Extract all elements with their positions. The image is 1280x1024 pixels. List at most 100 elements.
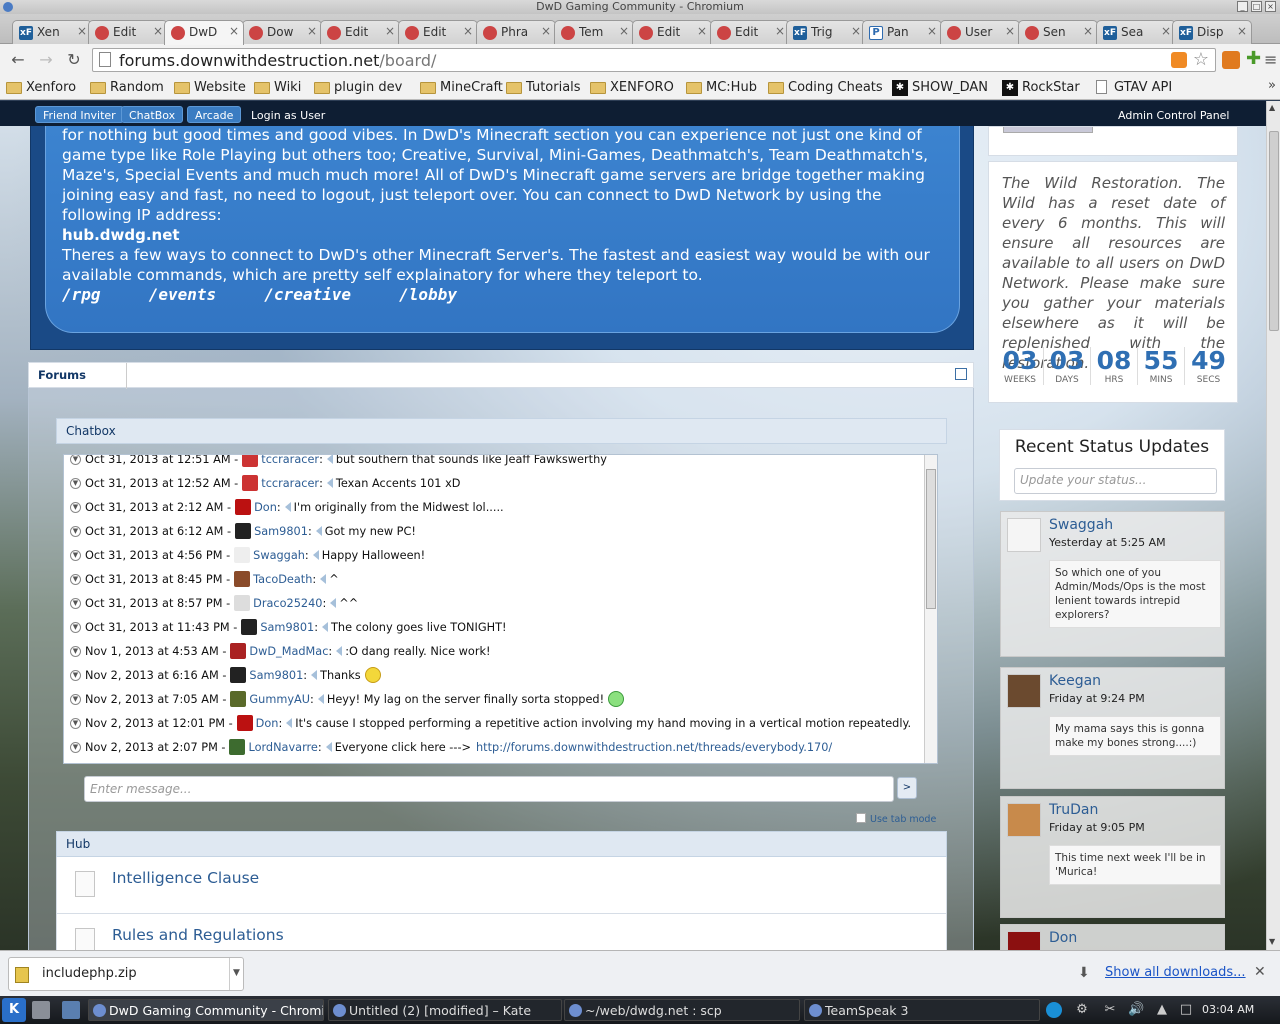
tab-close-icon[interactable]: × — [619, 24, 629, 38]
tab-close-icon[interactable]: × — [1083, 24, 1093, 38]
show-all-downloads-link[interactable]: Show all downloads... — [1105, 965, 1246, 980]
maximize-button[interactable]: □ — [1251, 1, 1262, 12]
bookmark-item[interactable]: Coding Cheats — [768, 80, 883, 95]
message-options-icon[interactable]: ▼ — [70, 717, 81, 729]
bookmark-item[interactable]: plugin dev — [314, 80, 402, 95]
browser-tab[interactable]: xF Xen × — [12, 20, 92, 44]
message-link[interactable]: http://forums.downwithdestruction.net/th… — [476, 741, 832, 754]
bookmark-item[interactable]: Xenforo — [6, 80, 76, 95]
browser-tab[interactable]: Phra × — [476, 20, 556, 44]
tab-mode-checkbox[interactable] — [856, 813, 866, 823]
scroll-down-icon[interactable]: ▼ — [1269, 937, 1275, 946]
message-username[interactable]: GummyAU — [249, 693, 310, 706]
message-options-icon[interactable]: ▼ — [70, 477, 81, 489]
bookmark-item[interactable]: GTAV API — [1094, 80, 1172, 95]
tab-close-icon[interactable]: × — [307, 24, 317, 38]
volume-tray-icon[interactable]: 🔊 — [1128, 1002, 1144, 1018]
hub-title[interactable]: Hub — [66, 837, 90, 851]
message-username[interactable]: Don — [254, 501, 277, 514]
avatar[interactable] — [229, 739, 246, 755]
bookmark-item[interactable]: ✱ SHOW_DAN — [892, 80, 988, 96]
browser-tab[interactable]: xF Sea × — [1096, 20, 1176, 44]
bookmarks-overflow-icon[interactable]: » — [1268, 78, 1276, 93]
avatar[interactable] — [230, 643, 247, 659]
browser-tab[interactable]: Edit × — [710, 20, 790, 44]
download-item[interactable]: includephp.zip ▼ — [8, 957, 244, 991]
chatbox-message-input[interactable]: Enter message... — [84, 776, 894, 802]
tab-close-icon[interactable]: × — [541, 24, 551, 38]
forum-node-title[interactable]: Intelligence Clause — [112, 869, 259, 887]
tab-close-icon[interactable]: × — [463, 24, 473, 38]
tab-close-icon[interactable]: × — [927, 24, 937, 38]
browser-tab[interactable]: Dow × — [242, 20, 322, 44]
status-username[interactable]: TruDan — [1049, 802, 1098, 818]
avatar[interactable] — [1007, 518, 1041, 552]
browser-tab[interactable]: DwD × — [164, 20, 244, 45]
browser-tab[interactable]: Edit × — [398, 20, 478, 44]
message-options-icon[interactable]: ▼ — [70, 573, 81, 585]
avatar[interactable] — [1007, 931, 1041, 950]
tab-close-icon[interactable]: × — [697, 24, 707, 38]
breadcrumb-forums[interactable]: Forums — [38, 368, 86, 382]
message-username[interactable]: Draco25240 — [253, 597, 322, 610]
browser-tab[interactable]: Edit × — [632, 20, 712, 44]
message-username[interactable]: tccraracer — [261, 455, 319, 466]
status-update-input[interactable]: Update your status... — [1014, 468, 1217, 494]
bookmark-item[interactable]: XENFORO — [590, 80, 674, 95]
extension-puzzle-icon[interactable]: ✚ — [1246, 50, 1264, 68]
bookmark-star-icon[interactable]: ☆ — [1193, 49, 1209, 70]
tray-expand-icon[interactable]: ▲ — [1154, 1002, 1170, 1018]
chatbox-messages[interactable]: ▼ Oct 31, 2013 at 12:51 AM - tccraracer: bu… — [63, 454, 938, 764]
tab-close-icon[interactable]: × — [229, 24, 239, 38]
message-options-icon[interactable]: ▼ — [70, 621, 81, 633]
tab-mode-toggle[interactable]: Use tab mode — [856, 813, 936, 825]
taskbar-task[interactable]: TeamSpeak 3 — [804, 999, 1040, 1021]
back-button[interactable]: ← — [8, 50, 28, 70]
message-username[interactable]: TacoDeath — [253, 573, 312, 586]
browser-tab[interactable]: P Pan × — [862, 20, 942, 44]
chatbox-send-button[interactable]: > — [897, 777, 917, 799]
rss-extension-icon[interactable] — [1222, 51, 1240, 69]
system-settings-icon[interactable] — [62, 1001, 80, 1019]
status-username[interactable]: Swaggah — [1049, 517, 1113, 533]
friend-inviter-button[interactable]: Friend Inviter — [35, 106, 124, 123]
browser-tab[interactable]: User × — [940, 20, 1020, 44]
scissors-tray-icon[interactable]: ✂ — [1102, 1002, 1118, 1018]
message-username[interactable]: Swaggah — [253, 549, 305, 562]
address-bar[interactable]: forums.downwithdestruction.net/board/ ☆ — [92, 48, 1216, 72]
rss-icon[interactable] — [1171, 52, 1187, 68]
avatar[interactable] — [234, 595, 251, 611]
message-username[interactable]: DwD_MadMac — [249, 645, 328, 658]
minimize-button[interactable]: _ — [1237, 1, 1248, 12]
message-username[interactable]: Don — [256, 717, 279, 730]
tab-close-icon[interactable]: × — [1161, 24, 1171, 38]
scroll-up-icon[interactable]: ▲ — [1269, 103, 1275, 112]
avatar[interactable] — [241, 619, 258, 635]
browser-tab[interactable]: Sen × — [1018, 20, 1098, 44]
message-username[interactable]: Sam9801 — [254, 525, 308, 538]
page-scroll-thumb[interactable] — [1269, 131, 1279, 331]
message-options-icon[interactable]: ▼ — [70, 549, 81, 561]
clock[interactable]: 03:04 AM — [1202, 1003, 1254, 1016]
tab-close-icon[interactable]: × — [851, 24, 861, 38]
browser-tab[interactable]: Tem × — [554, 20, 634, 44]
message-options-icon[interactable]: ▼ — [70, 669, 81, 681]
browser-tab[interactable]: Edit × — [320, 20, 400, 44]
bookmark-item[interactable]: Tutorials — [506, 80, 581, 95]
avatar[interactable] — [234, 571, 251, 587]
network-tray-icon[interactable] — [1046, 1002, 1062, 1018]
avatar[interactable] — [234, 547, 251, 563]
avatar[interactable] — [235, 499, 252, 515]
bookmark-item[interactable]: ✱ RockStar — [1002, 80, 1080, 96]
close-window-button[interactable]: × — [1265, 1, 1276, 12]
taskbar-task[interactable]: DwD Gaming Community - Chromium — [88, 999, 324, 1021]
avatar[interactable] — [236, 715, 253, 731]
chatbox-scrollbar[interactable] — [924, 455, 937, 763]
menu-icon[interactable]: ≡ — [1264, 50, 1277, 69]
tab-close-icon[interactable]: × — [775, 24, 785, 38]
reload-button[interactable]: ↻ — [64, 50, 84, 70]
file-manager-icon[interactable] — [32, 1001, 50, 1019]
message-options-icon[interactable]: ▼ — [70, 741, 81, 753]
bookmark-item[interactable]: Wiki — [254, 80, 301, 95]
tab-close-icon[interactable]: × — [1237, 24, 1247, 38]
